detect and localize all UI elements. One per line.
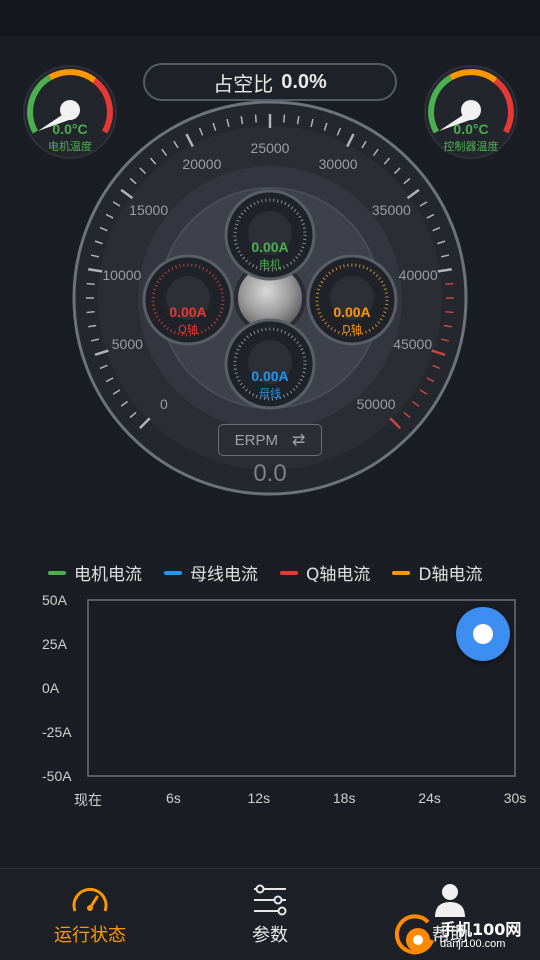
nav-label-run-status: 运行状态 [54,925,126,946]
dial-tick-label: 25000 [250,140,290,156]
rpm-value: 0.0 [253,460,287,487]
legend-item-bus-current: 母线电流 [164,560,258,585]
y-tick-label: 50A [42,592,67,608]
y-tick-label: 25A [42,636,67,652]
chart-plot-frame [87,599,516,777]
x-tick-label: 24s [418,790,441,806]
motor-current-value: 0.00A [251,239,289,255]
legend-item-q-axis-current: Q轴电流 [280,560,370,585]
dial-tick-label: 15000 [129,201,169,218]
motor-current-label: 电机 [259,258,281,271]
legend-label: Q轴电流 [306,565,371,585]
dial-tick-label: 10000 [102,266,142,283]
d-axis-current-label: D轴 [342,323,362,336]
y-tick-label: 0A [42,680,60,696]
y-tick-label: -25A [42,724,72,740]
status-bar [0,0,540,36]
dial-tick-label: 5000 [111,336,143,353]
watermark-logo-icon [394,914,434,955]
dial-tick-label: 50000 [356,396,396,413]
dial-tick-label: 35000 [371,201,411,218]
record-dot-icon [473,624,493,644]
legend-swatch [392,570,411,575]
legend-label: D轴电流 [418,565,483,585]
dial-tick [254,114,257,123]
x-tick-label: 18s [332,790,356,806]
dial-tick-label: 0 [160,396,168,413]
x-tick-label: 6s [165,790,181,806]
dial-tick [86,311,95,314]
watermark-url: danji100.com [440,937,506,950]
erpm-label: ERPM [234,431,278,449]
bus-current-gauge: 0.00A 母线 [224,318,316,410]
legend-label: 电机电流 [74,565,142,585]
duty-value: 0.0% [281,70,327,93]
legend-swatch [48,570,66,575]
nav-item-params[interactable]: 参数 [180,869,360,960]
d-axis-current-gauge: 0.00A D轴 [306,254,398,346]
nav-label-params: 参数 [252,925,288,946]
dial-tick [86,282,95,285]
speedometer-icon [72,888,108,912]
x-tick-label: 30s [503,790,527,806]
dial-tick-label: 45000 [393,336,433,353]
dial-tick-label: 40000 [398,266,438,283]
motor-current-gauge: 0.00A 电机 [224,189,316,281]
dial-tick-label: 20000 [182,156,222,173]
d-axis-current-value: 0.00A [333,304,371,320]
legend-swatch [164,570,182,575]
legend-item-d-axis-current: D轴电流 [392,560,482,585]
y-tick-label: -50A [42,768,72,784]
dial-tick [283,114,286,123]
duty-label: 占空比 [213,71,274,96]
q-axis-current-value: 0.00A [169,304,207,320]
chart-legend: 电机电流 母线电流 Q轴电流 D轴电流 [48,560,482,585]
dial-tick [445,282,454,285]
watermark-title: 手机100网 [440,919,522,939]
erpm-toggle-button[interactable]: ERPM ⇄ [218,424,322,456]
q-axis-current-gauge: 0.00A Q轴 [142,254,234,346]
bus-current-label: 母线 [259,387,281,400]
dial-tick-label: 30000 [318,156,358,173]
dial-tick [445,311,454,314]
legend-swatch [280,570,298,575]
sliders-icon [254,884,287,916]
watermark: 手机100网 danji100.com [392,912,540,960]
q-axis-current-label: Q轴 [178,323,198,336]
record-fab-button[interactable] [456,607,510,661]
legend-label: 母线电流 [190,565,258,585]
legend-item-motor-current: 电机电流 [48,560,142,585]
swap-arrows-icon: ⇄ [291,432,306,449]
x-tick-label: 12s [247,790,271,806]
nav-item-run-status[interactable]: 运行状态 [0,869,180,960]
x-tick-label: 现在 [74,792,102,808]
duty-cycle-display: 占空比 0.0% [143,63,397,101]
bus-current-value: 0.00A [251,368,289,384]
